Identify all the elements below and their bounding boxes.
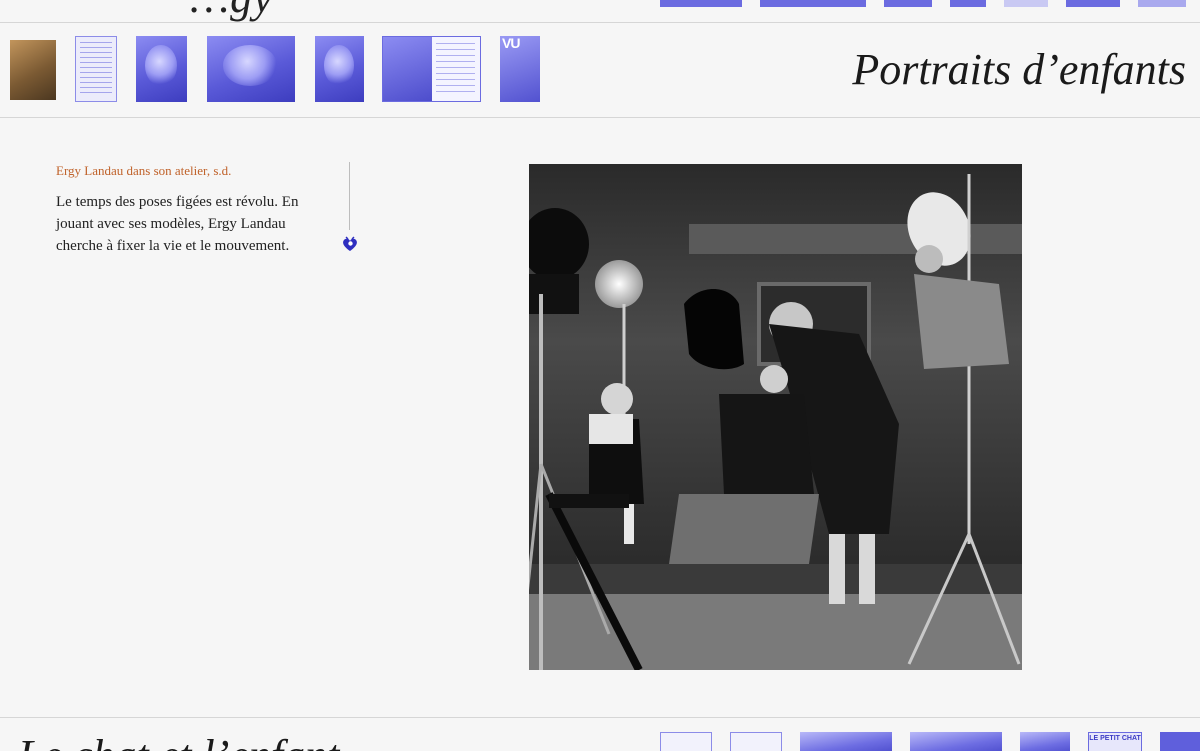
next-thumb[interactable] <box>800 732 892 751</box>
next-thumb-petit-chat[interactable]: LE PETIT CHAT <box>1088 732 1142 751</box>
thumb-atelier[interactable] <box>10 40 56 100</box>
photo-caption: Ergy Landau dans son atelier, s.d. Le te… <box>56 163 316 257</box>
next-thumb[interactable] <box>910 732 1002 751</box>
prev-thumb[interactable] <box>950 0 986 7</box>
previous-chapter-thumbnails <box>0 0 1200 8</box>
thumb-child-eating[interactable] <box>136 36 187 102</box>
next-thumb[interactable] <box>730 732 782 751</box>
caption-connector-line <box>349 162 350 230</box>
thumb-magazine-spread[interactable] <box>382 36 481 102</box>
next-thumb[interactable] <box>1160 732 1200 751</box>
prev-thumb[interactable] <box>660 0 742 7</box>
prev-thumb[interactable] <box>1004 0 1048 7</box>
prev-thumb[interactable] <box>884 0 932 7</box>
next-thumb[interactable] <box>660 732 712 751</box>
next-chapter-band: Le chat et l’enfant LE PETIT CHAT <box>0 717 1200 751</box>
thumb-child-laughing[interactable] <box>315 36 364 102</box>
heart-icon[interactable] <box>340 234 360 254</box>
chapter-title: Portraits d’enfants <box>852 45 1186 94</box>
main-photograph[interactable] <box>529 164 1022 670</box>
thumb-document[interactable] <box>75 36 117 102</box>
prev-thumb[interactable] <box>1138 0 1186 7</box>
previous-chapter-band: …gy <box>0 0 1200 23</box>
spread-right-page <box>431 37 480 101</box>
thumb-vu-cover[interactable]: VU <box>500 36 540 102</box>
photo-description: Le temps des poses figées est révolu. En… <box>56 194 299 254</box>
prev-thumb[interactable] <box>1066 0 1120 7</box>
photo-credit: Ergy Landau dans son atelier, s.d. <box>56 163 232 178</box>
vu-cover-label: VU <box>502 36 520 51</box>
next-thumb[interactable] <box>1020 732 1070 751</box>
studio-photo <box>529 164 1022 670</box>
spread-left-page <box>383 37 432 101</box>
thumb-child-candles[interactable] <box>207 36 295 102</box>
prev-thumb[interactable] <box>760 0 866 7</box>
next-chapter-title[interactable]: Le chat et l’enfant <box>18 730 339 751</box>
chapter-header: VU Portraits d’enfants <box>0 22 1200 118</box>
